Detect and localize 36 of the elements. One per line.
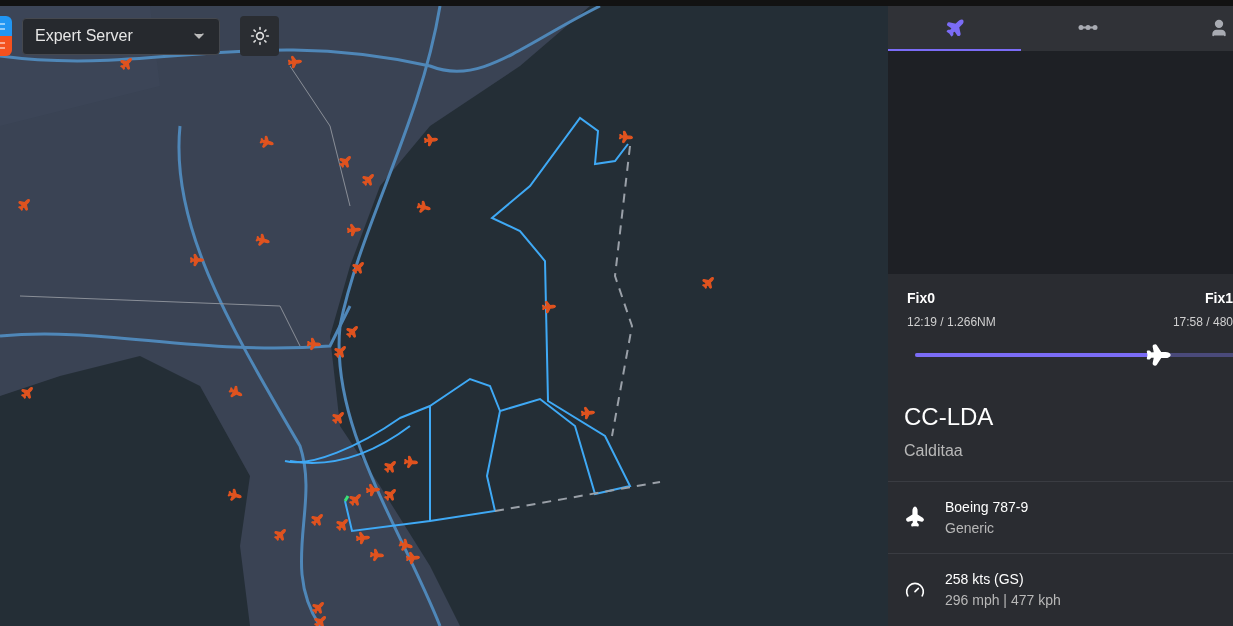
theme-toggle-button[interactable] — [240, 16, 279, 56]
route-dots-icon — [1077, 25, 1098, 31]
origin-fix-detail: 12:19 / 1.266NM — [907, 314, 996, 332]
aircraft-icon[interactable] — [351, 261, 365, 275]
aircraft-icon[interactable] — [119, 57, 133, 71]
user-icon — [1209, 17, 1229, 38]
origin-fix-name: Fix0 — [907, 289, 936, 309]
aircraft-icon[interactable] — [310, 513, 324, 527]
aircraft-icon[interactable] — [383, 460, 397, 474]
aircraft-icon[interactable] — [20, 386, 34, 400]
aircraft-icon[interactable] — [701, 276, 715, 290]
aircraft-icon[interactable] — [361, 173, 375, 187]
aircraft-icon[interactable] — [273, 528, 287, 542]
sun-icon — [249, 26, 270, 46]
aircraft-icon[interactable] — [335, 518, 349, 532]
aircraft-icon[interactable] — [348, 493, 362, 507]
detail-subtitle: 296 mph | 477 kph — [945, 591, 1061, 610]
destination-fix-name: Fix1 — [1205, 289, 1233, 309]
speedometer-icon — [905, 580, 925, 600]
app-logo-icon[interactable] — [0, 16, 12, 56]
aircraft-icon[interactable] — [338, 155, 352, 169]
plane-icon — [944, 17, 965, 38]
aircraft-icon[interactable] — [313, 615, 327, 626]
aircraft-icon[interactable] — [383, 488, 397, 502]
detail-title: 258 kts (GS) — [945, 570, 1025, 589]
server-select[interactable]: Expert Server — [22, 17, 220, 55]
aircraft-icon[interactable] — [333, 345, 347, 359]
aircraft-icon[interactable] — [17, 198, 31, 212]
callsign: CC-LDA — [904, 402, 995, 433]
detail-subtitle: Generic — [945, 518, 996, 538]
detail-title: Boeing 787-9 — [945, 497, 1029, 517]
aircraft-icon[interactable] — [345, 325, 359, 339]
pilot-name: Calditaa — [904, 441, 964, 462]
aircraft-icon[interactable] — [331, 411, 345, 425]
aircraft-icon[interactable] — [311, 601, 325, 615]
destination-fix-detail: 17:58 / 480 — [1172, 314, 1233, 332]
